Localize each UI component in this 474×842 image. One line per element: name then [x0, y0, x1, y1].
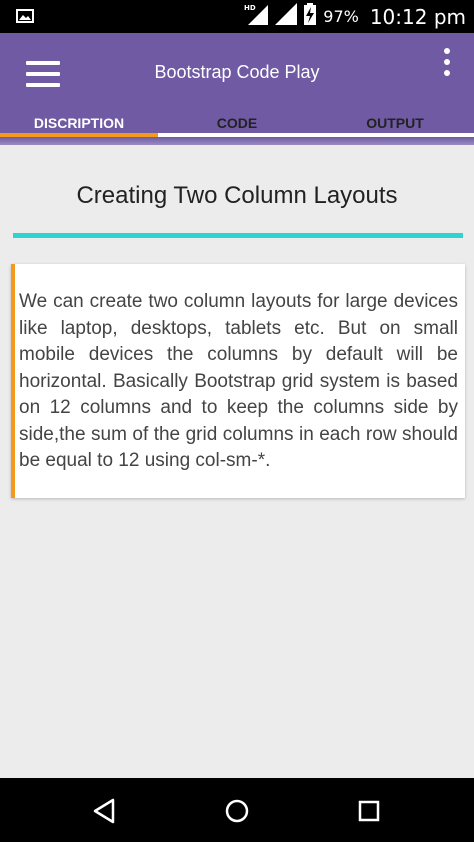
card-accent-bar	[11, 264, 15, 498]
description-card: We can create two column layouts for lar…	[11, 264, 465, 498]
description-text: We can create two column layouts for lar…	[19, 291, 458, 471]
recents-square-icon[interactable]	[354, 796, 384, 826]
battery-percentage: 97%	[323, 7, 359, 26]
signal-icon	[275, 3, 298, 30]
navigation-bar	[0, 778, 474, 842]
title-divider	[13, 233, 463, 238]
page-title: Creating Two Column Layouts	[76, 182, 398, 209]
clock: 10:12 pm	[369, 4, 466, 29]
tab-bar-shadow	[0, 137, 474, 145]
signal-hd-icon: HD	[244, 3, 269, 30]
status-bar: HD 97% 10:12 pm	[0, 0, 474, 33]
network-label: HD	[244, 4, 256, 12]
status-indicators: HD 97% 10:12 pm	[244, 0, 466, 33]
app-bar: Bootstrap Code Play	[0, 33, 474, 107]
tab-bar: DISCRIPTION CODE OUTPUT	[0, 107, 474, 145]
back-triangle-icon[interactable]	[90, 796, 120, 826]
app-title: Bootstrap Code Play	[154, 62, 320, 82]
home-circle-icon[interactable]	[222, 796, 252, 826]
more-vert-icon[interactable]	[441, 44, 453, 80]
battery-charging-icon	[304, 3, 317, 30]
image-notification-icon	[16, 9, 34, 23]
